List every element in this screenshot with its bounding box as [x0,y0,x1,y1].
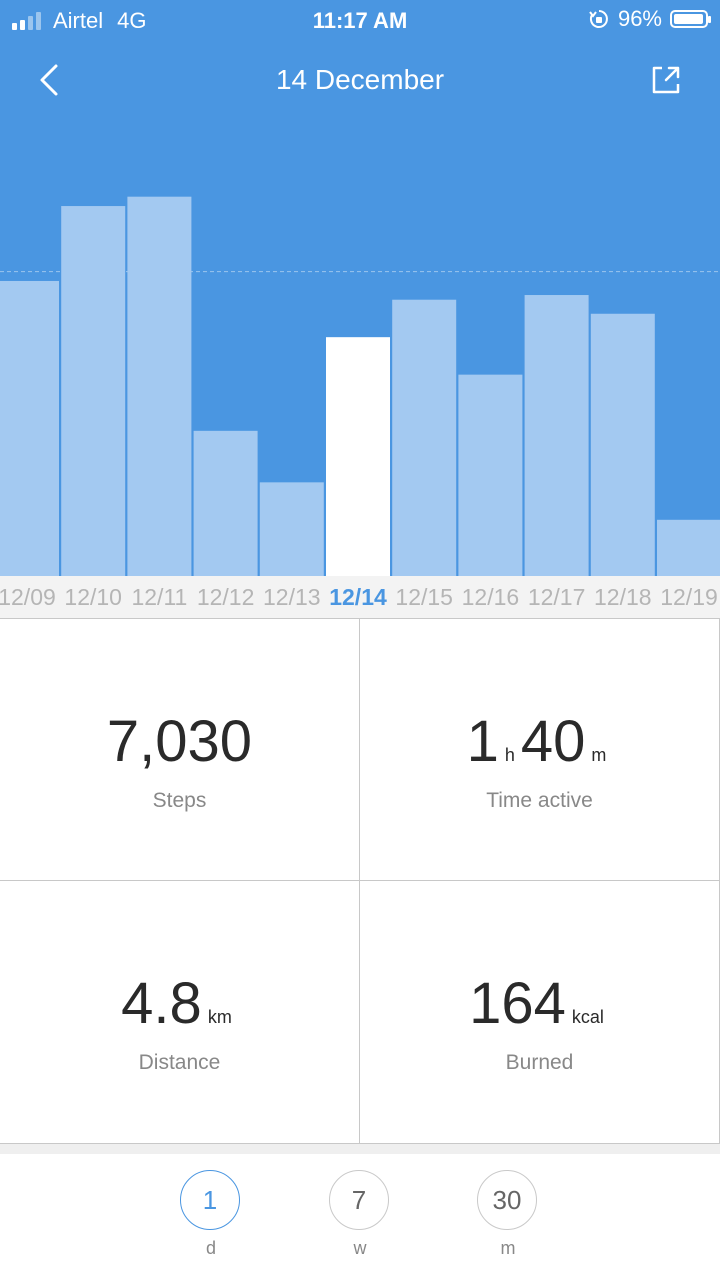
date-label-12-15[interactable]: 12/15 [395,584,453,610]
steps-card: 7,030 Steps [0,619,360,881]
time-active-hours: 1 [466,709,499,774]
minutes-unit: m [591,745,607,765]
page-title: 14 December [275,64,445,95]
bar-12-11[interactable] [127,196,192,576]
steps-value: 7,030 [106,709,253,774]
status-bar: Airtel 4G 11:17 AM 96% [0,0,720,40]
hours-unit: h [504,745,515,765]
date-label-12-14[interactable]: 12/14 [329,584,387,610]
date-axis: 12/09 12/10 12/11 12/12 12/13 12/14 12/15 12/16… [0,576,720,618]
battery-fill [674,14,703,24]
date-label-12-09[interactable]: 12/09 [0,584,56,610]
range-month[interactable]: 30 m [477,1170,539,1259]
range-week[interactable]: 7 w [329,1170,391,1259]
stats-grid: 7,030 Steps 1 h 40 m Time active 4.8 km Dist… [0,618,720,1144]
bar-12-14[interactable] [326,337,390,576]
range-day-label: d [205,1238,216,1258]
range-week-button[interactable]: 7 [329,1170,389,1230]
bar-12-15[interactable] [392,299,457,576]
distance-card: 4.8 km Distance [0,881,360,1143]
burned-value: 164 [469,971,566,1036]
bar-12-12[interactable] [193,430,258,576]
date-label-12-18[interactable]: 12/18 [594,584,652,610]
date-label-12-10[interactable]: 12/10 [64,584,122,610]
bar-12-16[interactable] [458,374,523,576]
time-active-card: 1 h 40 m Time active [360,619,720,881]
header: 14 December [0,40,720,120]
burned-card: 164 kcal Burned [360,881,720,1143]
burned-label: Burned [505,1051,574,1074]
distance-label: Distance [138,1051,221,1074]
date-label-12-13[interactable]: 12/13 [263,584,321,610]
distance-unit: km [207,1007,232,1027]
time-active-label: Time active [486,789,593,812]
date-label-12-16[interactable]: 12/16 [462,584,520,610]
battery-icon [670,10,711,28]
range-week-label: w [353,1238,367,1258]
bar-12-19[interactable] [657,519,720,576]
date-label-12-11[interactable]: 12/11 [131,584,187,610]
distance-value: 4.8 [121,971,202,1036]
time-active-minutes: 40 [520,709,586,774]
bar-12-10[interactable] [61,206,126,576]
range-day-button[interactable]: 1 [180,1170,240,1230]
section-divider [0,1144,720,1154]
range-selector: 1 d 7 w 30 m [0,1154,720,1280]
bar-12-09[interactable] [0,280,59,576]
range-day[interactable]: 1 d [180,1170,242,1259]
bar-12-18[interactable] [590,313,655,576]
bar-12-13[interactable] [259,482,324,576]
battery-percent: 96% [617,6,662,31]
bar-12-17[interactable] [524,295,589,576]
steps-label: Steps [152,789,207,812]
orientation-lock-icon [589,10,608,28]
date-axis-labels: 12/09 12/10 12/11 12/12 12/13 12/14 12/15 12/16… [0,584,718,610]
date-label-12-19[interactable]: 12/19 [660,584,718,610]
date-label-12-17[interactable]: 12/17 [528,584,586,610]
burned-unit: kcal [571,1007,604,1027]
share-icon[interactable] [648,62,684,98]
range-month-button[interactable]: 30 [477,1170,537,1230]
date-label-12-12[interactable]: 12/12 [197,584,255,610]
range-month-label: m [500,1238,516,1258]
